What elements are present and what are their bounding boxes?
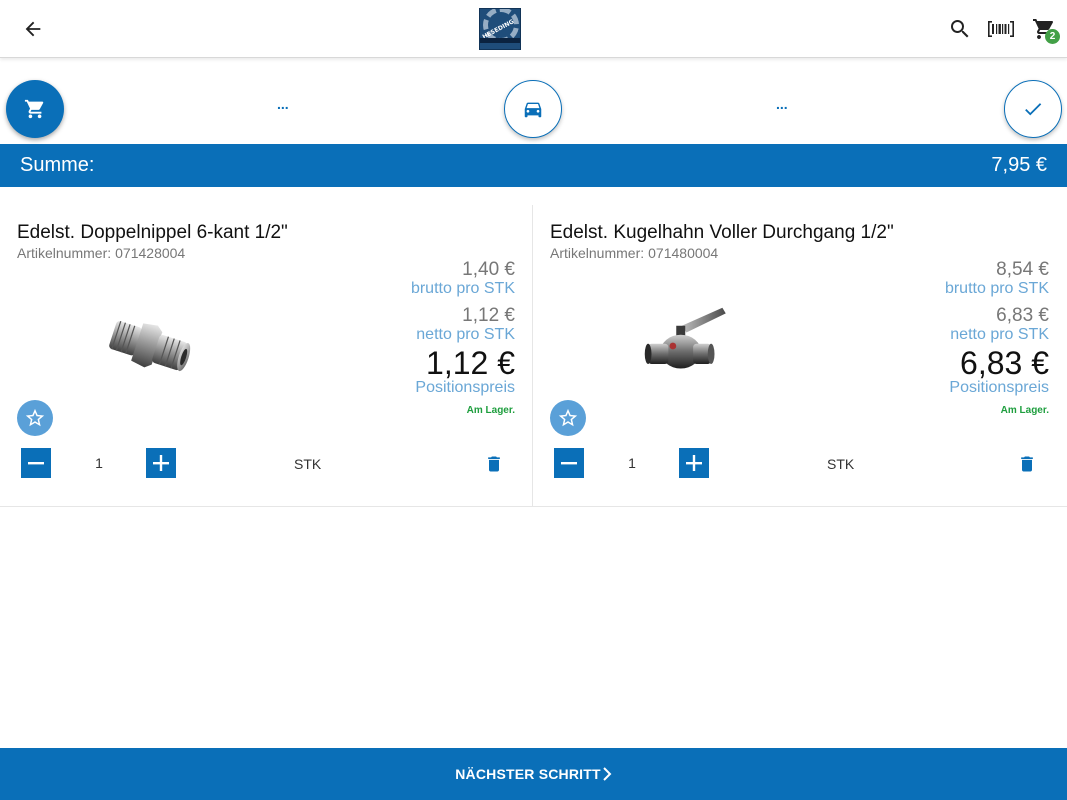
increase-quantity-button[interactable] [679,448,709,478]
cart-icon [24,99,44,119]
product-image[interactable] [628,301,738,391]
favorite-button[interactable] [550,400,586,436]
product-name[interactable]: Edelst. Kugelhahn Voller Durchgang 1/2" [550,222,894,244]
stock-status: Am Lager. [1000,405,1049,416]
chevron-right-icon [603,767,612,781]
unit-label: STK [294,456,322,472]
minus-icon [28,462,44,465]
quantity-input[interactable] [84,451,114,475]
brand-logo: HESEDING [479,8,521,50]
step-cart[interactable] [6,80,64,138]
barcode-icon [988,21,1014,37]
star-icon [558,408,578,427]
decrease-quantity-button[interactable] [21,448,51,478]
star-icon [25,408,45,427]
position-price: 1,12 € [426,345,515,381]
gross-price: 8,54 € [996,259,1049,280]
delete-item-button[interactable] [1015,451,1039,477]
trash-icon [488,456,500,472]
step-confirm[interactable] [1004,80,1062,138]
search-icon [951,20,969,38]
step-connector-1: ... [277,96,289,112]
next-step-label: NÄCHSTER SCHRITT [455,766,601,782]
summary-label: Summe: [20,154,95,176]
step-connector-2: ... [776,96,788,112]
gross-price-label: brutto pro STK [944,280,1049,297]
gross-price: 1,40 € [462,259,515,280]
price-block: 1,40 € brutto pro STK 1,12 € netto pro S… [410,259,515,397]
summary-bar: Summe: 7,95 € [0,144,1067,187]
plus-icon [153,455,169,471]
position-price-label: Positionspreis [949,379,1049,396]
minus-icon [561,462,577,465]
position-price-label: Positionspreis [415,379,515,396]
product-name[interactable]: Edelst. Doppelnippel 6-kant 1/2" [17,222,288,244]
net-price: 1,12 € [462,305,515,326]
product-image[interactable] [95,305,205,395]
step-delivery[interactable] [504,80,562,138]
cart-item: Edelst. Doppelnippel 6-kant 1/2" Artikel… [0,205,533,507]
unit-label: STK [827,456,855,472]
net-price-label: netto pro STK [950,326,1049,343]
summary-total: 7,95 € [991,154,1047,176]
search-button[interactable] [945,14,975,44]
arrow-left-icon [25,21,41,37]
quantity-input[interactable] [617,451,647,475]
car-icon [524,102,542,118]
cart-count-badge: 2 [1045,29,1060,44]
check-icon [1025,103,1042,116]
net-price: 6,83 € [996,305,1049,326]
next-step-button[interactable]: NÄCHSTER SCHRITT [0,748,1067,800]
trash-icon [1021,456,1033,472]
favorite-button[interactable] [17,400,53,436]
price-block: 8,54 € brutto pro STK 6,83 € netto pro S… [944,259,1049,397]
gross-price-label: brutto pro STK [410,280,515,297]
cart-item-list: Edelst. Doppelnippel 6-kant 1/2" Artikel… [0,205,1067,507]
cart-item: Edelst. Kugelhahn Voller Durchgang 1/2" … [533,205,1066,507]
net-price-label: netto pro STK [416,326,515,343]
plus-icon [686,455,702,471]
barcode-scan-button[interactable] [986,14,1016,44]
delete-item-button[interactable] [482,451,506,477]
app-root: HESEDING 2 ... ... Summe: 7,95 € Edelst.… [0,0,1067,800]
back-button[interactable] [18,14,48,44]
position-price: 6,83 € [960,345,1049,381]
decrease-quantity-button[interactable] [554,448,584,478]
article-number: Artikelnummer: 071480004 [550,245,719,261]
top-app-bar: HESEDING 2 [0,0,1067,58]
cart-button[interactable]: 2 [1029,14,1060,44]
stock-status: Am Lager. [466,405,515,416]
article-number: Artikelnummer: 071428004 [17,245,186,261]
increase-quantity-button[interactable] [146,448,176,478]
